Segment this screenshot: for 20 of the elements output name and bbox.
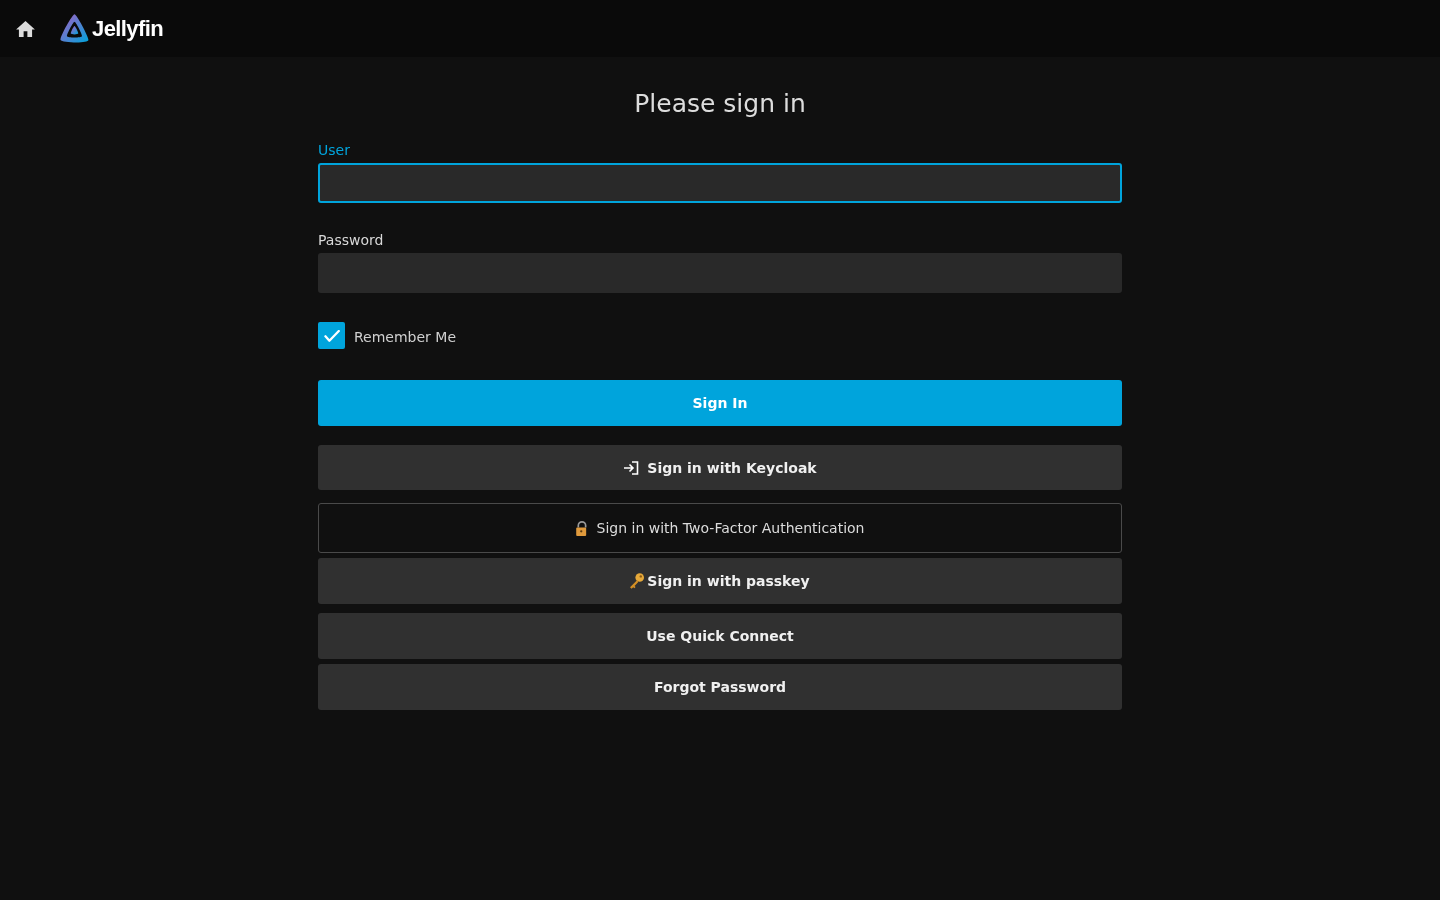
checkbox-label: Remember Me [354,328,456,345]
checkmark-icon [323,329,340,342]
field-label: Password [318,231,384,249]
input-field[interactable] [318,163,1122,203]
field-label: User [318,141,350,159]
page-title: Please sign in [634,88,806,120]
login-arrow-icon [623,460,640,475]
key-icon [630,573,645,589]
padlock-icon [575,520,589,536]
action-button[interactable]: Sign in with Keycloak [318,445,1122,490]
logo-icon [60,14,89,43]
action-button[interactable]: Sign in with Two-Factor Authentication [318,503,1122,553]
brand-name: Jellyfin [92,15,163,42]
checkbox[interactable] [318,322,345,349]
action-button[interactable]: Forgot Password [318,664,1122,710]
home-icon [16,20,35,37]
input-field[interactable] [318,253,1122,293]
home-button[interactable] [15,19,36,38]
action-button[interactable]: Use Quick Connect [318,613,1122,659]
action-button[interactable]: Sign in with passkey [318,558,1122,604]
